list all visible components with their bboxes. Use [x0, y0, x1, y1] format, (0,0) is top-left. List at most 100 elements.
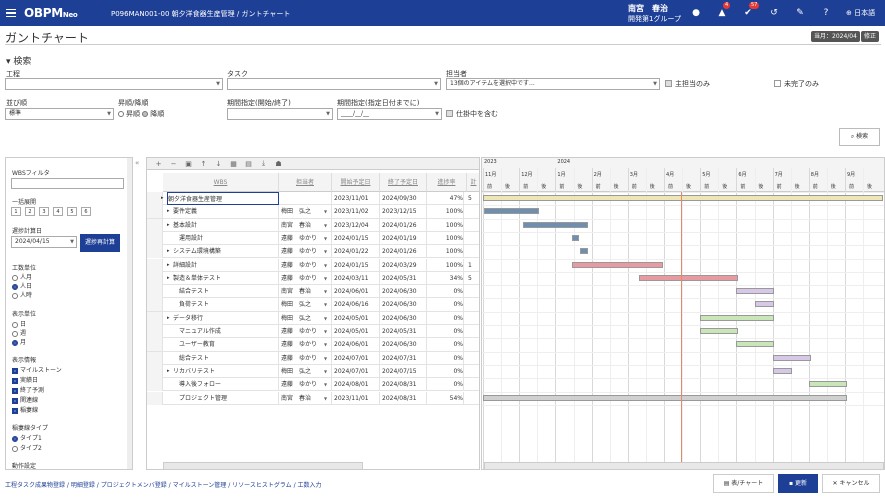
lightning-type-option[interactable]: タイプ2	[12, 443, 42, 452]
chevron-down-icon[interactable]: ▼	[324, 325, 327, 338]
only-incomplete-checkbox[interactable]	[774, 80, 781, 87]
attach-icon[interactable]: ✎	[787, 6, 813, 20]
level-button[interactable]: 3	[39, 207, 49, 216]
expand-icon[interactable]: ▸	[167, 219, 170, 232]
column-header[interactable]: 進捗率	[427, 173, 467, 192]
cancel-button[interactable]: ✕ キャンセル	[822, 474, 880, 493]
chevron-down-icon[interactable]: ▼	[324, 232, 327, 245]
grid-hscrollbar[interactable]	[163, 462, 363, 469]
row-handle[interactable]	[147, 285, 163, 299]
fix-badge[interactable]: 修正	[861, 31, 880, 42]
row-handle[interactable]	[147, 271, 163, 285]
gantt-bar[interactable]	[700, 328, 739, 334]
period-range-select[interactable]: ▼	[227, 108, 333, 120]
table-row[interactable]: 製造＆単体テスト ▸ 遠藤 ゆかり ▼ 2024/03/11 2024/05/31 34% 5	[147, 271, 479, 286]
expand-icon[interactable]: ▸	[167, 312, 170, 325]
table-row[interactable]: ユーザー教育 遠藤 ゆかり ▼ 2024/06/01 2024/06/30 0%	[147, 338, 479, 352]
table-row[interactable]: 総合テスト 遠藤 ゆかり ▼ 2024/07/01 2024/07/31 0%	[147, 351, 479, 365]
table-row[interactable]: 導入後フォロー 遠藤 ゆかり ▼ 2024/08/01 2024/08/31 0%	[147, 378, 479, 392]
chevron-down-icon[interactable]: ▼	[324, 285, 327, 298]
unit-option[interactable]: 人時	[12, 290, 32, 299]
chevron-down-icon[interactable]: ▼	[324, 259, 327, 272]
row-handle[interactable]	[147, 391, 163, 405]
gantt-bar[interactable]	[700, 314, 775, 321]
column-header[interactable]: 終了予定日	[380, 173, 427, 192]
users-icon[interactable]: ☗	[271, 160, 286, 168]
assignee-multiselect[interactable]: 13個のアイテムを選択中です... ▼	[446, 78, 660, 90]
column-header[interactable]: 開始予定日	[332, 173, 380, 192]
include-wip-checkbox[interactable]	[446, 110, 453, 117]
display-info-option[interactable]: 関連線	[12, 395, 38, 404]
footer-link[interactable]: 明細登録	[71, 482, 95, 489]
column-header[interactable]: WBS	[163, 173, 279, 192]
display-info-option[interactable]: 実績日	[12, 375, 38, 384]
gantt-bar[interactable]	[571, 261, 664, 268]
display-unit-option[interactable]: 日	[12, 319, 26, 328]
user-info[interactable]: 南宮 春治 開発第1グループ	[628, 4, 681, 24]
desc-radio[interactable]	[142, 111, 149, 117]
table-chart-button[interactable]: ▤ 表/チャート	[713, 474, 774, 493]
gantt-bar[interactable]	[571, 234, 580, 241]
unit-option[interactable]: 人日	[12, 281, 32, 290]
table-row[interactable]: 要件定義 ▸ 梅田 弘之 ▼ 2023/11/02 2023/12/15 100%	[147, 205, 479, 219]
row-handle[interactable]	[147, 311, 163, 325]
level-button[interactable]: 1	[11, 207, 21, 216]
row-handle[interactable]	[147, 298, 163, 312]
table-icon[interactable]: ▦	[226, 160, 241, 168]
order-select[interactable]: 標準 ▼	[5, 108, 114, 120]
level-button[interactable]: 4	[53, 207, 63, 216]
table-row[interactable]: プロジェクト管理 南宮 春治 ▼ 2023/11/01 2024/08/31 54%	[147, 391, 479, 405]
table-row[interactable]: 基本設計 ▸ 南宮 春治 ▼ 2023/12/04 2024/01/26 100%	[147, 218, 479, 232]
table-row[interactable]: 運用設計 遠藤 ゆかり ▼ 2024/01/15 2024/01/19 100%	[147, 231, 479, 246]
check-icon[interactable]: ✔ 57	[735, 2, 761, 20]
table-row[interactable]: 結合テスト 南宮 春治 ▼ 2024/06/01 2024/06/30 0%	[147, 285, 479, 299]
row-handle[interactable]	[147, 338, 163, 352]
language-selector[interactable]: ⊕ 日本語	[846, 8, 875, 18]
expand-icon[interactable]: ▸	[167, 205, 170, 218]
display-info-option[interactable]: マイルストーン	[12, 365, 62, 374]
menu-icon[interactable]	[6, 8, 16, 18]
search-section-toggle[interactable]: ▾ 検索	[6, 54, 31, 67]
chevron-down-icon[interactable]: ▼	[324, 392, 327, 405]
gantt-bar[interactable]	[483, 394, 847, 401]
asc-radio[interactable]	[118, 111, 124, 117]
display-unit-option[interactable]: 月	[12, 337, 26, 346]
gantt-bar[interactable]	[772, 367, 792, 374]
process-select[interactable]: ▼	[5, 78, 223, 90]
search-button[interactable]: ⌕ 検索	[839, 128, 880, 146]
display-info-option[interactable]: 稲妻線	[12, 405, 38, 414]
expand-icon[interactable]: ▸	[167, 272, 170, 285]
row-handle[interactable]	[147, 351, 163, 365]
footer-link[interactable]: 工程タスク成果物登録	[5, 482, 65, 489]
gantt-bar[interactable]	[772, 354, 811, 361]
account-icon[interactable]: ●	[683, 6, 709, 20]
task-select[interactable]: ▼	[227, 78, 441, 90]
level-button[interactable]: 2	[25, 207, 35, 216]
footer-link[interactable]: プロジェクトメンバ登録	[101, 482, 167, 489]
help-icon[interactable]: ?	[813, 6, 839, 20]
row-handle[interactable]	[147, 378, 163, 392]
row-handle[interactable]	[147, 231, 163, 245]
unit-option[interactable]: 人月	[12, 272, 32, 281]
row-handle[interactable]	[147, 364, 163, 378]
row-handle[interactable]	[147, 245, 163, 259]
column-header[interactable]: 計	[467, 173, 479, 192]
expand-icon[interactable]: ▸	[167, 245, 170, 258]
gantt-bar[interactable]	[483, 195, 883, 201]
move-down-icon[interactable]: ↓	[211, 160, 226, 168]
gantt-bar[interactable]	[736, 288, 775, 295]
expand-icon[interactable]: ▸	[167, 259, 170, 272]
wbs-filter-input[interactable]	[11, 178, 124, 189]
delete-icon[interactable]: ▣	[181, 160, 196, 168]
history-icon[interactable]: ↺	[761, 6, 787, 20]
chevron-down-icon[interactable]: ▼	[324, 272, 327, 285]
row-handle[interactable]	[147, 258, 163, 272]
expand-icon[interactable]: ▸	[161, 192, 164, 205]
gantt-bar[interactable]	[808, 381, 847, 388]
chevron-down-icon[interactable]: ▼	[324, 365, 327, 378]
chevron-down-icon[interactable]: ▼	[324, 205, 327, 218]
lightning-type-option[interactable]: タイプ1	[12, 433, 42, 442]
gantt-bar[interactable]	[736, 341, 775, 348]
remove-icon[interactable]: −	[166, 160, 181, 168]
table-row[interactable]: 負荷テスト 梅田 弘之 ▼ 2024/06/16 2024/06/30 0%	[147, 298, 479, 312]
